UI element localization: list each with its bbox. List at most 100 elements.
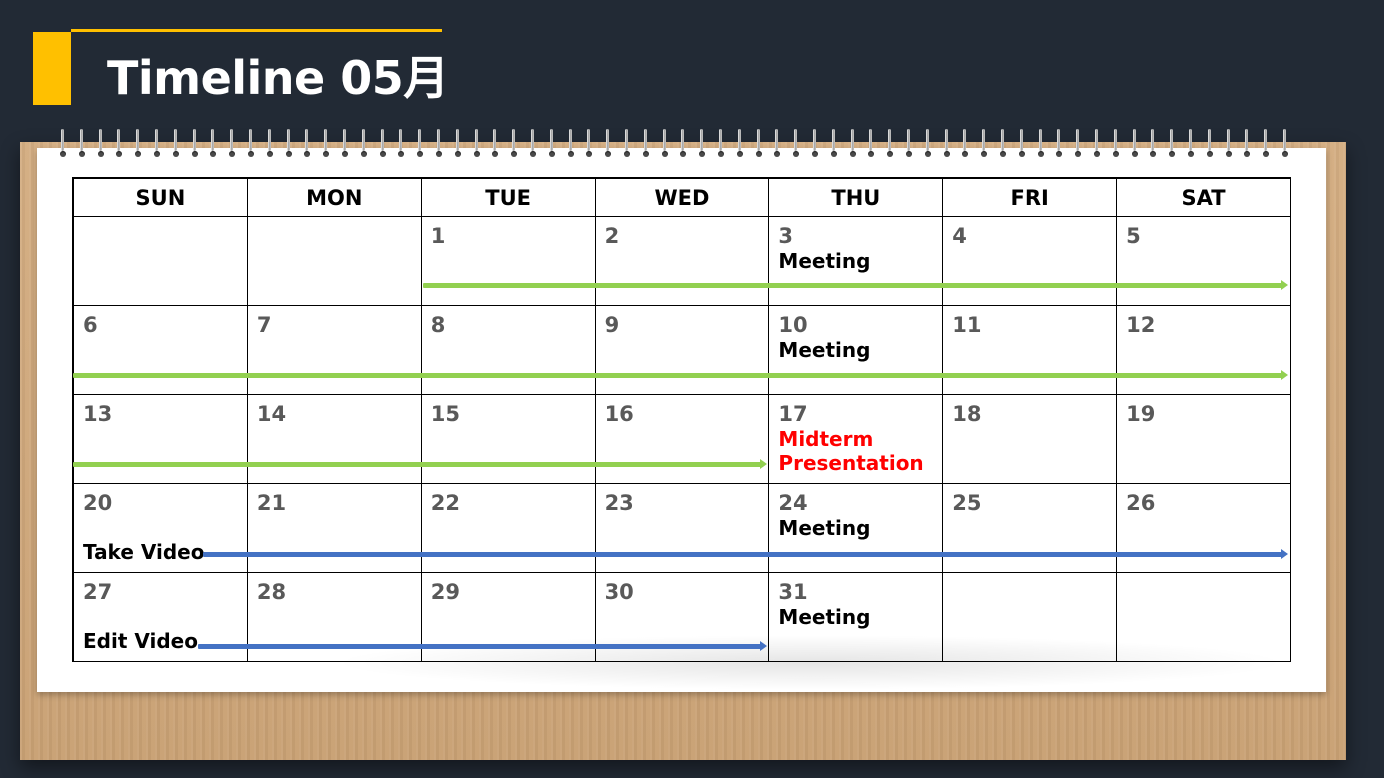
day-cell[interactable]: 12 — [1117, 306, 1291, 395]
weekday-header: THU — [769, 179, 944, 217]
spiral-ring — [191, 127, 198, 163]
progress-arrow-week1 — [423, 280, 1288, 290]
spiral-ring — [755, 127, 762, 163]
day-cell[interactable]: 6 — [74, 306, 248, 395]
spiral-ring — [229, 127, 236, 163]
spiral-ring — [1225, 127, 1232, 163]
day-cell[interactable] — [74, 217, 248, 306]
spiral-ring — [906, 127, 912, 163]
spiral-ring — [1131, 127, 1138, 163]
day-number: 20 — [83, 491, 113, 515]
spiral-ring — [1244, 127, 1251, 163]
spiral-ring — [849, 127, 856, 163]
task-label-take-video: Take Video — [83, 540, 205, 564]
spiral-binding — [60, 127, 1300, 167]
progress-arrow-week3 — [73, 459, 767, 469]
spiral-ring — [793, 127, 800, 163]
day-cell[interactable]: 14 — [247, 395, 422, 484]
day-number: 5 — [1126, 224, 1141, 248]
spiral-ring — [605, 127, 612, 163]
day-cell[interactable]: 25 — [943, 484, 1118, 573]
day-number: 26 — [1126, 491, 1156, 515]
day-cell[interactable]: 5 — [1117, 217, 1291, 306]
day-cell[interactable]: 13 — [74, 395, 248, 484]
weekday-header: SAT — [1117, 179, 1291, 217]
day-cell[interactable]: 9 — [595, 306, 770, 395]
day-number: 4 — [952, 224, 967, 248]
day-number: 18 — [952, 402, 982, 426]
spiral-ring — [454, 127, 461, 163]
day-number: 7 — [256, 313, 272, 337]
weekday-header: TUE — [421, 179, 596, 217]
spiral-ring — [266, 127, 273, 163]
spiral-ring — [379, 127, 386, 163]
day-cell[interactable] — [247, 217, 422, 306]
spiral-ring — [1000, 127, 1006, 163]
day-number: 24 — [778, 491, 808, 515]
page-title: Timeline 05月 — [107, 51, 449, 105]
day-number: 10 — [778, 313, 808, 337]
spiral-ring — [342, 127, 348, 163]
day-cell[interactable]: 18 — [943, 395, 1118, 484]
spiral-ring — [492, 127, 499, 163]
day-cell[interactable]: 11 — [943, 306, 1118, 395]
weekday-header: SUN — [74, 179, 248, 217]
spiral-ring — [360, 127, 367, 163]
spiral-ring — [97, 127, 104, 163]
spiral-ring — [812, 127, 818, 163]
spiral-ring — [718, 127, 724, 163]
day-number: 13 — [83, 402, 113, 426]
day-number: 12 — [1126, 313, 1156, 337]
spiral-ring — [1263, 127, 1270, 163]
day-number: 1 — [430, 224, 446, 248]
day-cell[interactable]: 2 — [595, 217, 770, 306]
spiral-ring — [924, 127, 931, 163]
spiral-ring — [511, 127, 518, 163]
day-cell[interactable] — [1117, 573, 1291, 662]
day-cell[interactable]: 19 — [1117, 395, 1291, 484]
event-meeting: Meeting — [778, 605, 871, 629]
day-cell[interactable]: 21 — [247, 484, 422, 573]
day-number: 22 — [430, 491, 460, 515]
spiral-ring — [736, 127, 743, 163]
day-cell[interactable]: 4 — [943, 217, 1118, 306]
day-number: 14 — [256, 402, 287, 426]
spiral-ring — [530, 127, 536, 163]
day-cell[interactable]: 23 — [595, 484, 770, 573]
spiral-ring — [1150, 127, 1157, 163]
day-cell[interactable]: 16 — [595, 395, 770, 484]
day-cell[interactable]: 22 — [421, 484, 596, 573]
day-number: 16 — [604, 402, 634, 426]
day-number: 6 — [83, 313, 98, 337]
spiral-ring — [943, 127, 950, 163]
spiral-ring — [436, 127, 442, 163]
day-number: 25 — [952, 491, 982, 515]
spiral-ring — [887, 127, 894, 163]
weekday-header: MON — [247, 179, 422, 217]
spiral-ring — [304, 127, 311, 163]
day-cell[interactable]: 7 — [247, 306, 422, 395]
day-cell[interactable]: 1 — [421, 217, 596, 306]
task-arrow-edit-video — [198, 641, 767, 651]
day-cell[interactable]: 24 Meeting — [769, 484, 944, 573]
spiral-ring — [624, 127, 630, 163]
spiral-ring — [323, 127, 330, 163]
day-cell[interactable]: 3 Meeting — [769, 217, 944, 306]
day-cell[interactable]: 8 — [421, 306, 596, 395]
spiral-ring — [1056, 127, 1063, 163]
day-number: 17 — [778, 402, 808, 426]
spiral-ring — [210, 127, 217, 163]
day-number: 3 — [778, 224, 794, 248]
spiral-ring — [1075, 127, 1082, 163]
spiral-ring — [1112, 127, 1119, 163]
spiral-ring — [868, 127, 875, 163]
task-arrow-take-video — [203, 549, 1288, 559]
day-cell[interactable]: 31 Meeting — [769, 573, 944, 662]
day-cell[interactable]: 17 Midterm Presentation — [769, 395, 944, 484]
day-number: 23 — [604, 491, 634, 515]
day-cell[interactable]: 10 Meeting — [769, 306, 944, 395]
spiral-ring — [680, 127, 687, 163]
day-cell[interactable] — [943, 573, 1118, 662]
day-cell[interactable]: 26 — [1117, 484, 1291, 573]
day-cell[interactable]: 15 — [421, 395, 596, 484]
